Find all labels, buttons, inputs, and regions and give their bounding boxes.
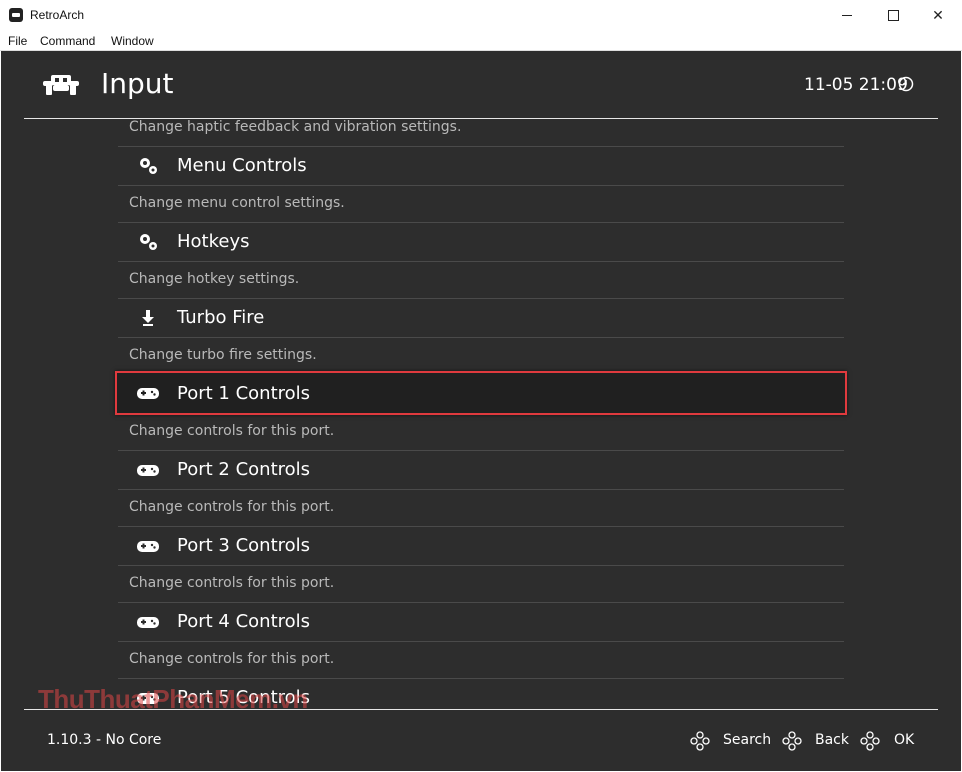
menu-item-port-1-controls[interactable]: Port 1 Controls — [115, 371, 847, 415]
hint-back[interactable]: Back — [815, 732, 849, 748]
divider — [118, 337, 844, 338]
maximize-button[interactable] — [870, 0, 916, 31]
window-title: RetroArch — [30, 8, 85, 22]
menu-item-label: Port 4 Controls — [177, 611, 311, 632]
menu-item-menu-controls[interactable]: Menu Controls — [118, 147, 844, 185]
menu-item-hotkeys[interactable]: Hotkeys — [118, 223, 844, 261]
maximize-icon — [887, 10, 899, 21]
item-sublabel: Change controls for this port. — [129, 499, 335, 515]
hint-search[interactable]: Search — [723, 732, 771, 748]
menu-window[interactable]: Window — [111, 34, 154, 48]
menu-item-label: Port 3 Controls — [177, 535, 311, 556]
divider — [118, 185, 844, 186]
hint-ok[interactable]: OK — [894, 732, 914, 748]
menu-file[interactable]: File — [8, 34, 27, 48]
item-sublabel: Change hotkey settings. — [129, 271, 300, 287]
version-text: 1.10.3 - No Core — [47, 732, 162, 748]
item-sublabel: Change controls for this port. — [129, 423, 335, 439]
menu-item-label: Menu Controls — [177, 155, 307, 176]
item-sublabel: Change haptic feedback and vibration set… — [129, 119, 462, 135]
dpad-buttons-icon — [782, 731, 802, 751]
dpad-buttons-icon — [860, 731, 880, 751]
divider — [118, 565, 844, 566]
retroarch-invader-icon — [43, 75, 79, 95]
menu-bar: File Command Window — [0, 31, 962, 51]
menu-item-port-3-controls[interactable]: Port 3 Controls — [118, 527, 844, 565]
menu-item-label: Port 1 Controls — [177, 383, 311, 404]
divider — [118, 641, 844, 642]
gears-icon — [140, 234, 157, 250]
menu-item-port-2-controls[interactable]: Port 2 Controls — [118, 451, 844, 489]
dpad-buttons-icon — [690, 731, 710, 751]
minimize-button[interactable] — [824, 0, 870, 31]
footer-divider — [24, 709, 938, 710]
download-arrow-icon — [142, 310, 154, 326]
retroarch-content: Input 11-05 21:09 Change haptic feedback… — [1, 51, 961, 771]
gamepad-icon — [137, 541, 159, 552]
item-sublabel: Change controls for this port. — [129, 575, 335, 591]
gamepad-icon — [137, 465, 159, 476]
menu-item-label: Port 2 Controls — [177, 459, 311, 480]
gamepad-icon — [137, 388, 159, 399]
item-sublabel: Change controls for this port. — [129, 651, 335, 667]
minimize-icon — [842, 15, 852, 16]
menu-item-port-4-controls[interactable]: Port 4 Controls — [118, 603, 844, 641]
gears-icon — [140, 158, 157, 174]
retroarch-app-icon — [9, 8, 23, 22]
item-sublabel: Change turbo fire settings. — [129, 347, 317, 363]
divider — [118, 489, 844, 490]
divider — [118, 261, 844, 262]
menu-item-turbo-fire[interactable]: Turbo Fire — [118, 299, 844, 337]
menu-command[interactable]: Command — [40, 34, 95, 48]
clock-text: 11-05 21:09 — [804, 75, 908, 95]
close-button[interactable]: ✕ — [915, 0, 961, 31]
menu-item-label: Hotkeys — [177, 231, 250, 252]
close-icon: ✕ — [932, 7, 944, 24]
page-title: Input — [101, 67, 174, 100]
clock-icon — [898, 76, 914, 92]
window-titlebar: RetroArch ✕ — [0, 0, 962, 31]
watermark: ThuThuatPhanMem.vn — [38, 684, 308, 714]
gamepad-icon — [137, 617, 159, 628]
menu-list: Change haptic feedback and vibration set… — [1, 119, 961, 709]
item-sublabel: Change menu control settings. — [129, 195, 345, 211]
menu-item-label: Turbo Fire — [177, 307, 265, 328]
